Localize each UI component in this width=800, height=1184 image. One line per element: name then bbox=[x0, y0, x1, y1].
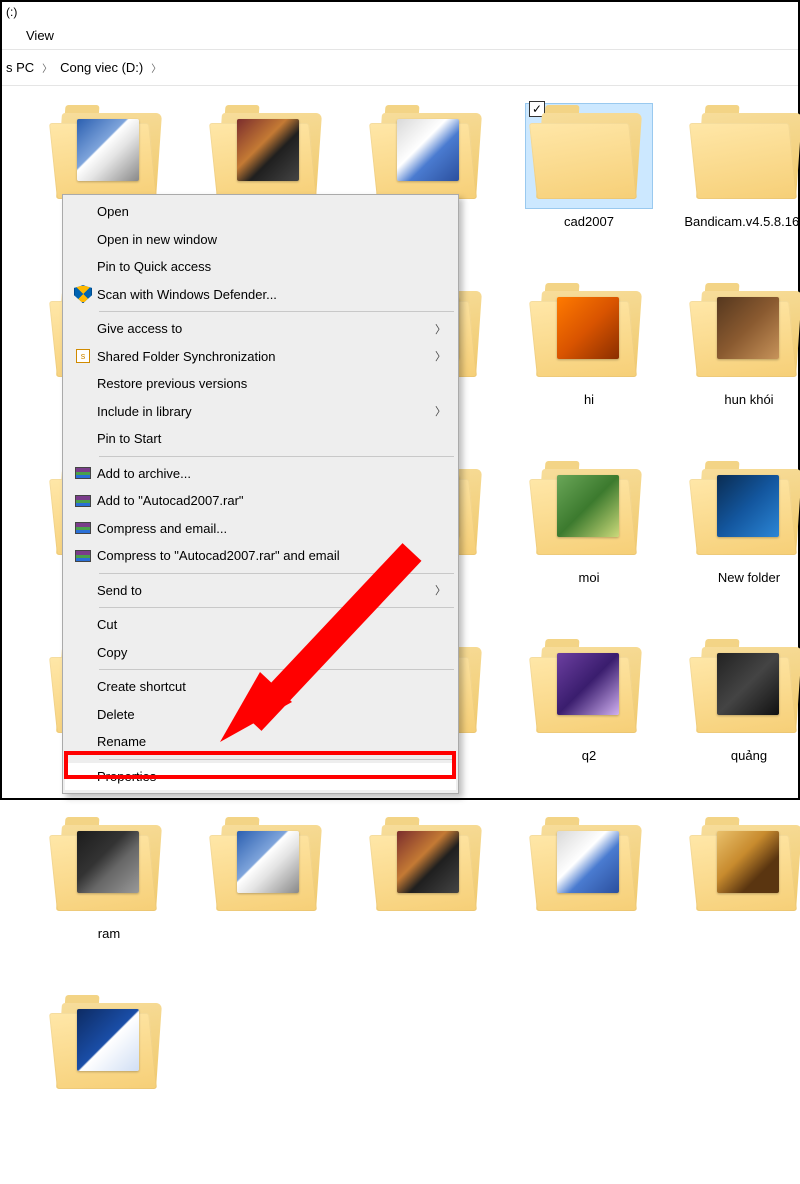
folder-icon bbox=[366, 816, 492, 920]
folder-icon bbox=[686, 104, 800, 208]
folder-item[interactable]: ram bbox=[36, 816, 182, 988]
folder-icon bbox=[686, 282, 800, 386]
ctx-copy[interactable]: Copy bbox=[65, 639, 456, 667]
ctx-restore-versions[interactable]: Restore previous versions bbox=[65, 370, 456, 398]
folder-icon bbox=[526, 638, 652, 742]
breadcrumb[interactable]: s PC 〉 Cong viec (D:) 〉 bbox=[2, 49, 798, 86]
ctx-include-library[interactable]: Include in library〉 bbox=[65, 398, 456, 426]
archive-icon bbox=[75, 522, 91, 534]
ctx-separator bbox=[99, 759, 454, 760]
folder-label: hun khói bbox=[724, 392, 773, 408]
chevron-right-icon: 〉 bbox=[435, 348, 446, 364]
ctx-open[interactable]: Open bbox=[65, 198, 456, 226]
folder-label: moi bbox=[579, 570, 600, 586]
folder-item[interactable]: quảng bbox=[676, 638, 800, 810]
folder-label: Bandicam.v4.5.8.1673 bbox=[684, 214, 800, 230]
ctx-send-to[interactable]: Send to〉 bbox=[65, 577, 456, 605]
folder-label: q2 bbox=[582, 748, 596, 764]
window-title: (:) bbox=[2, 2, 798, 22]
ctx-cut[interactable]: Cut bbox=[65, 611, 456, 639]
folder-icon bbox=[46, 994, 172, 1098]
ctx-pin-start[interactable]: Pin to Start bbox=[65, 425, 456, 453]
chevron-right-icon: 〉 bbox=[435, 582, 446, 598]
chevron-right-icon: 〉 bbox=[42, 60, 52, 75]
ctx-rename[interactable]: Rename bbox=[65, 728, 456, 756]
ctx-separator bbox=[99, 311, 454, 312]
folder-label: ram bbox=[98, 926, 120, 942]
folder-label: quảng bbox=[731, 748, 767, 764]
ctx-scan-defender[interactable]: Scan with Windows Defender... bbox=[65, 281, 456, 309]
folder-item[interactable] bbox=[676, 816, 800, 988]
folder-item[interactable] bbox=[356, 816, 502, 988]
ctx-compress-email[interactable]: Compress and email... bbox=[65, 515, 456, 543]
folder-label: New folder bbox=[718, 570, 780, 586]
folder-item[interactable]: hi bbox=[516, 282, 662, 454]
ctx-open-new-window[interactable]: Open in new window bbox=[65, 226, 456, 254]
chevron-right-icon: 〉 bbox=[435, 403, 446, 419]
folder-icon: ✓ bbox=[526, 104, 652, 208]
folder-icon bbox=[526, 282, 652, 386]
folder-label: hi bbox=[584, 392, 594, 408]
folder-item[interactable] bbox=[36, 994, 182, 1166]
folder-item[interactable] bbox=[516, 816, 662, 988]
ctx-create-shortcut[interactable]: Create shortcut bbox=[65, 673, 456, 701]
ctx-separator bbox=[99, 573, 454, 574]
ctx-add-rar[interactable]: Add to "Autocad2007.rar" bbox=[65, 487, 456, 515]
menubar: View bbox=[2, 22, 798, 49]
shield-icon bbox=[74, 285, 92, 303]
ctx-shared-sync[interactable]: sShared Folder Synchronization〉 bbox=[65, 343, 456, 371]
folder-item[interactable] bbox=[196, 816, 342, 988]
folder-icon bbox=[206, 104, 332, 208]
breadcrumb-part[interactable]: s PC bbox=[6, 60, 34, 75]
ctx-separator bbox=[99, 669, 454, 670]
folder-item[interactable]: ✓ cad2007 bbox=[516, 104, 662, 276]
folder-icon bbox=[686, 460, 800, 564]
folder-icon bbox=[366, 104, 492, 208]
ctx-delete[interactable]: Delete bbox=[65, 701, 456, 729]
folder-item[interactable]: hun khói bbox=[676, 282, 800, 454]
chevron-right-icon: 〉 bbox=[435, 321, 446, 337]
folder-icon bbox=[686, 816, 800, 920]
folder-icon bbox=[526, 460, 652, 564]
chevron-right-icon: 〉 bbox=[151, 60, 161, 75]
folder-icon bbox=[46, 104, 172, 208]
folder-icon bbox=[206, 816, 332, 920]
sync-icon: s bbox=[76, 349, 90, 363]
ctx-give-access[interactable]: Give access to〉 bbox=[65, 315, 456, 343]
folder-item[interactable]: Bandicam.v4.5.8.1673 bbox=[676, 104, 800, 276]
ctx-compress-rar-email[interactable]: Compress to "Autocad2007.rar" and email bbox=[65, 542, 456, 570]
ctx-separator bbox=[99, 456, 454, 457]
title-text: (:) bbox=[6, 5, 17, 19]
folder-label: cad2007 bbox=[564, 214, 614, 230]
archive-icon bbox=[75, 550, 91, 562]
ctx-pin-quick-access[interactable]: Pin to Quick access bbox=[65, 253, 456, 281]
ctx-separator bbox=[99, 607, 454, 608]
folder-item[interactable]: New folder bbox=[676, 460, 800, 632]
ctx-add-archive[interactable]: Add to archive... bbox=[65, 460, 456, 488]
archive-icon bbox=[75, 467, 91, 479]
breadcrumb-part[interactable]: Cong viec (D:) bbox=[60, 60, 143, 75]
ctx-properties[interactable]: Properties bbox=[65, 763, 456, 791]
folder-icon bbox=[526, 816, 652, 920]
folder-item[interactable]: moi bbox=[516, 460, 662, 632]
folder-icon bbox=[686, 638, 800, 742]
archive-icon bbox=[75, 495, 91, 507]
folder-icon bbox=[46, 816, 172, 920]
folder-item[interactable]: q2 bbox=[516, 638, 662, 810]
menu-view[interactable]: View bbox=[26, 28, 54, 43]
context-menu: Open Open in new window Pin to Quick acc… bbox=[62, 194, 459, 794]
